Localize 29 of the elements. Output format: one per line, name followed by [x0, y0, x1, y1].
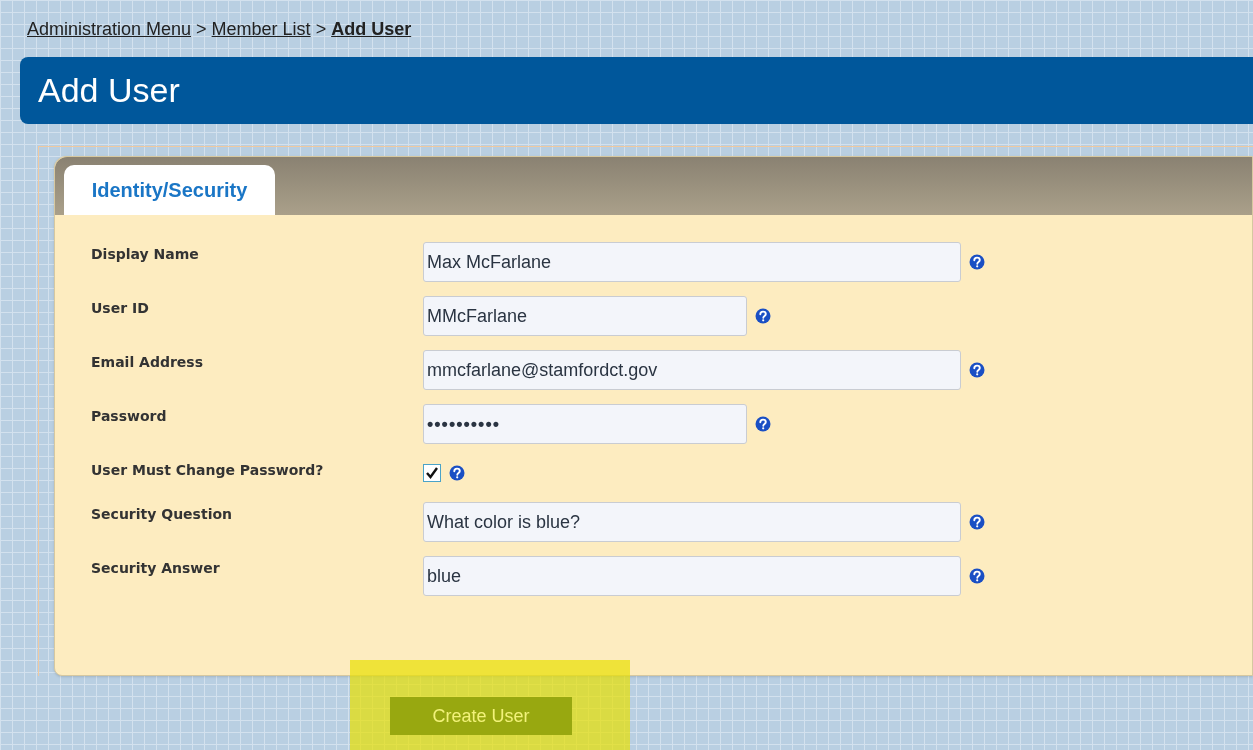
help-icon[interactable] [755, 308, 771, 324]
field-label: Email Address [91, 353, 204, 372]
breadcrumb-link[interactable]: Member List [211, 15, 311, 43]
checkbox[interactable] [423, 464, 441, 482]
help-icon[interactable] [969, 568, 985, 584]
field-label: Security Question [91, 505, 233, 524]
input-field[interactable]: blue [423, 556, 961, 596]
breadcrumb-link[interactable]: Add User [331, 15, 412, 43]
input-field[interactable]: mmcfarlane@stamfordct.gov [423, 350, 961, 390]
field-label: Display Name [91, 245, 200, 264]
input-field[interactable]: Max McFarlane [423, 242, 961, 282]
field-label: User ID [91, 299, 150, 318]
field-label: Password [91, 407, 168, 426]
password-field[interactable]: •••••••••• [423, 404, 747, 444]
breadcrumb-separator: > [196, 17, 207, 41]
input-field[interactable]: What color is blue? [423, 502, 961, 542]
checkmark-icon [425, 466, 439, 480]
field-label: Security Answer [91, 559, 221, 578]
tab[interactable]: Identity/Security [64, 165, 275, 215]
breadcrumb-separator: > [315, 17, 327, 41]
help-icon[interactable] [755, 416, 771, 432]
page-header: Add User [20, 57, 1253, 124]
help-icon[interactable] [449, 465, 465, 481]
field-label: User Must Change Password? [91, 461, 325, 480]
help-icon[interactable] [969, 362, 985, 378]
help-icon[interactable] [969, 514, 985, 530]
help-icon[interactable] [969, 254, 985, 270]
breadcrumb-link[interactable]: Administration Menu [27, 15, 192, 43]
input-field[interactable]: MMcFarlane [423, 296, 747, 336]
